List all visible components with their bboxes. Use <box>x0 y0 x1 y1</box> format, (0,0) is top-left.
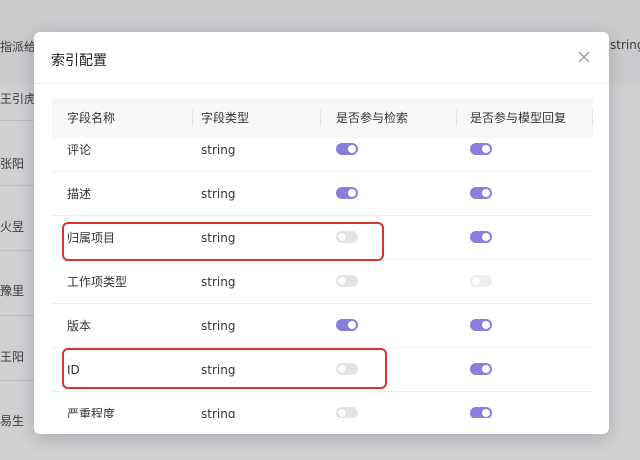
close-icon <box>578 51 590 63</box>
table-row: 归属项目 string <box>52 216 593 260</box>
field-type: string <box>201 231 236 245</box>
background-assignee: 王引虎 <box>0 92 37 106</box>
field-name: 严重程度 <box>67 407 116 418</box>
column-header-search: 是否参与检索 <box>336 111 409 125</box>
background-column-header: string <box>610 38 640 52</box>
fields-table: 字段名称 字段类型 是否参与检索 是否参与模型回复 评论 string 描述 s… <box>52 98 593 418</box>
background-assignee: 豫里 <box>0 284 25 298</box>
field-name: ID <box>67 363 80 377</box>
search-toggle[interactable] <box>336 231 358 243</box>
modal-title: 索引配置 <box>51 53 107 69</box>
search-toggle[interactable] <box>336 275 358 287</box>
column-header-field-type: 字段类型 <box>201 111 250 125</box>
reply-toggle[interactable] <box>470 275 492 287</box>
search-toggle[interactable] <box>336 407 358 418</box>
search-toggle[interactable] <box>336 319 358 331</box>
index-config-modal: 索引配置 字段名称 字段类型 是否参与检索 是否参与模型回复 评论 string <box>34 32 609 434</box>
field-type: string <box>201 275 236 289</box>
table-row: 版本 string <box>52 304 593 348</box>
field-type: string <box>201 319 236 333</box>
reply-toggle[interactable] <box>470 407 492 418</box>
column-header-field-name: 字段名称 <box>67 111 116 125</box>
field-name: 归属项目 <box>67 231 116 245</box>
background-assignee: 王阳 <box>0 350 25 364</box>
table-row: 严重程度 string <box>52 392 593 418</box>
field-type: string <box>201 407 236 418</box>
field-name: 版本 <box>67 319 92 333</box>
field-name: 工作项类型 <box>67 275 128 289</box>
reply-toggle[interactable] <box>470 319 492 331</box>
background-assignee: 易生 <box>0 414 25 428</box>
search-toggle[interactable] <box>336 187 358 199</box>
field-type: string <box>201 187 236 201</box>
background-assignee-column: 指派给 王引虎 张阳 火昱 豫里 王阳 易生 <box>0 0 36 460</box>
column-header-model-reply: 是否参与模型回复 <box>470 111 567 125</box>
table-row: ID string <box>52 348 593 392</box>
background-assignee: 张阳 <box>0 157 25 171</box>
reply-toggle[interactable] <box>470 363 492 375</box>
search-toggle[interactable] <box>336 143 358 155</box>
reply-toggle[interactable] <box>470 187 492 199</box>
table-row: 工作项类型 string <box>52 260 593 304</box>
field-type: string <box>201 363 236 377</box>
search-toggle[interactable] <box>336 363 358 375</box>
modal-header: 索引配置 <box>34 32 609 84</box>
field-name: 描述 <box>67 187 92 201</box>
reply-toggle[interactable] <box>470 231 492 243</box>
background-column-header: 指派给 <box>0 40 37 54</box>
background-assignee: 火昱 <box>0 220 25 234</box>
table-row: 描述 string <box>52 172 593 216</box>
table-header: 字段名称 字段类型 是否参与检索 是否参与模型回复 <box>52 98 593 138</box>
reply-toggle[interactable] <box>470 143 492 155</box>
close-button[interactable] <box>573 46 595 68</box>
